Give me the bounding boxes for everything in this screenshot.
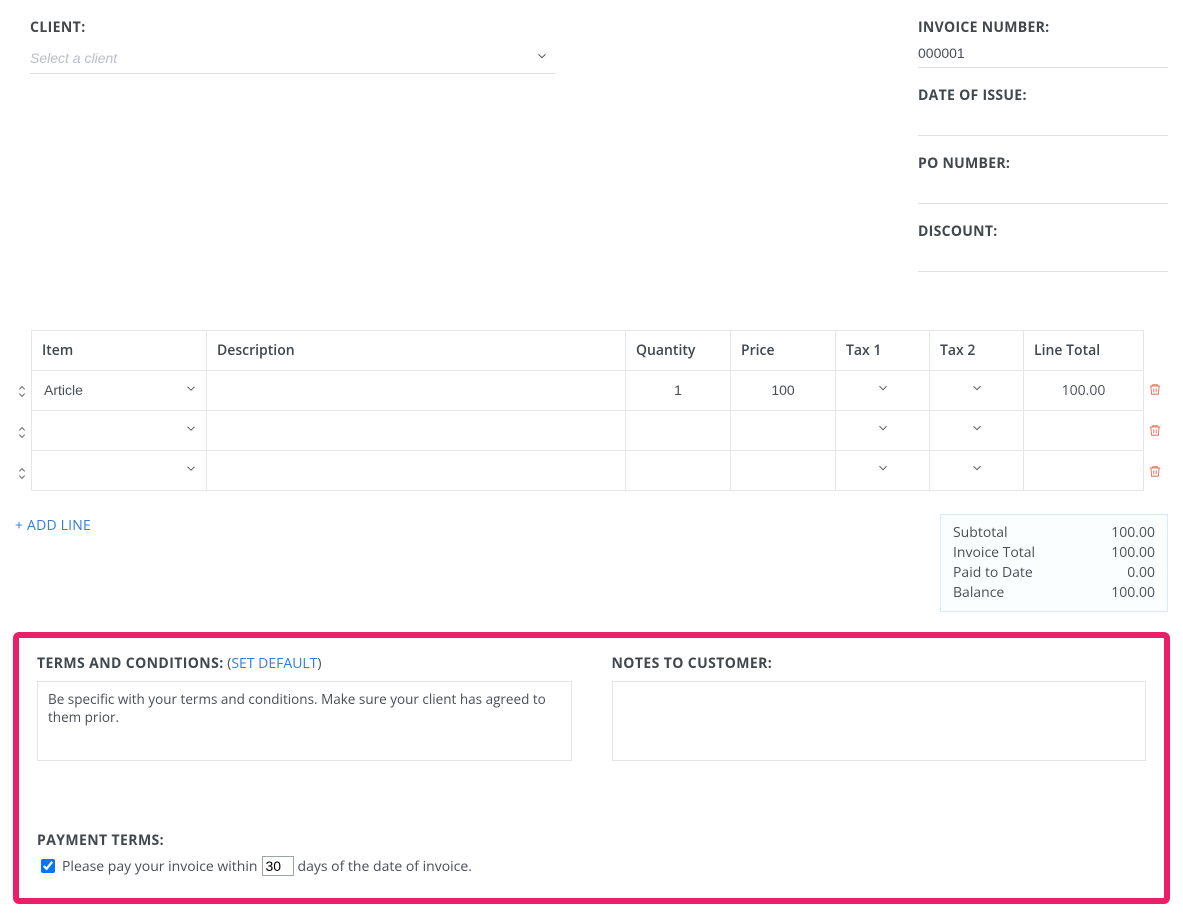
trash-icon: [1148, 382, 1162, 402]
quantity-input[interactable]: [636, 461, 720, 479]
subtotal-value: 100.00: [1111, 523, 1155, 543]
terms-textarea[interactable]: [38, 682, 571, 760]
tax2-select[interactable]: [930, 451, 1024, 491]
client-label: CLIENT:: [30, 18, 555, 37]
subtotal-label: Subtotal: [953, 523, 1008, 543]
add-line-button[interactable]: + ADD LINE: [15, 516, 91, 535]
notes-label: NOTES TO CUSTOMER:: [612, 654, 1147, 673]
tax2-select[interactable]: [930, 371, 1024, 411]
chevron-down-icon: [184, 461, 198, 480]
line-total-value: [1024, 451, 1144, 491]
discount-input[interactable]: [918, 243, 1168, 272]
tax1-select[interactable]: [836, 371, 930, 411]
th-quantity: Quantity: [626, 331, 731, 371]
item-input[interactable]: [42, 381, 180, 399]
th-tax1: Tax 1: [836, 331, 930, 371]
invoice-number-label: INVOICE NUMBER:: [918, 18, 1168, 37]
date-of-issue-label: DATE OF ISSUE:: [918, 86, 1168, 105]
price-input[interactable]: [741, 421, 825, 439]
description-input[interactable]: [217, 421, 615, 439]
item-input[interactable]: [42, 421, 180, 439]
invoice-number-input[interactable]: [918, 39, 1168, 68]
chevron-down-icon: [184, 381, 198, 400]
price-input[interactable]: [741, 461, 825, 479]
th-line-total: Line Total: [1024, 331, 1144, 371]
terms-notes-section: TERMS AND CONDITIONS: (SET DEFAULT) NOTE…: [13, 632, 1170, 904]
trash-icon: [1148, 464, 1162, 484]
date-of-issue-input[interactable]: [918, 107, 1168, 136]
balance-label: Balance: [953, 583, 1004, 603]
description-input[interactable]: [217, 461, 615, 479]
payment-terms-label: PAYMENT TERMS:: [37, 831, 1146, 850]
delete-line-button[interactable]: [1142, 412, 1168, 453]
chevron-down-icon: [876, 461, 890, 480]
line-total-value: 100.00: [1024, 371, 1144, 411]
payment-terms-checkbox[interactable]: [41, 859, 55, 873]
th-item: Item: [32, 331, 207, 371]
chevron-down-icon: [970, 461, 984, 480]
notes-textarea[interactable]: [613, 682, 1146, 760]
client-select-input[interactable]: [30, 43, 555, 74]
discount-label: DISCOUNT:: [918, 222, 1168, 241]
line-items-table: Item Description Quantity Price Tax 1 Ta…: [31, 330, 1144, 491]
chevron-down-icon: [876, 421, 890, 440]
quantity-input[interactable]: [636, 421, 720, 439]
th-price: Price: [731, 331, 836, 371]
quantity-input[interactable]: [636, 381, 720, 399]
tax2-select[interactable]: [930, 411, 1024, 451]
payment-terms-suffix: days of the date of invoice.: [298, 857, 472, 876]
invoice-total-value: 100.00: [1111, 543, 1155, 563]
chevron-down-icon: [876, 381, 890, 400]
terms-paren-close: ): [317, 654, 321, 673]
reorder-handle[interactable]: [15, 371, 29, 412]
th-description: Description: [207, 331, 626, 371]
delete-line-button[interactable]: [1142, 371, 1168, 412]
balance-value: 100.00: [1111, 583, 1155, 603]
chevron-down-icon: [184, 421, 198, 440]
table-row: [32, 411, 1144, 451]
payment-terms-prefix: Please pay your invoice within: [62, 857, 258, 876]
invoice-total-label: Invoice Total: [953, 543, 1035, 563]
chevron-down-icon: [970, 421, 984, 440]
po-number-input[interactable]: [918, 175, 1168, 204]
delete-line-button[interactable]: [1142, 453, 1168, 494]
set-default-link[interactable]: SET DEFAULT: [231, 654, 317, 673]
chevron-down-icon: [970, 381, 984, 400]
tax1-select[interactable]: [836, 451, 930, 491]
totals-box: Subtotal 100.00 Invoice Total 100.00 Pai…: [940, 514, 1168, 612]
th-tax2: Tax 2: [930, 331, 1024, 371]
tax1-select[interactable]: [836, 411, 930, 451]
item-input[interactable]: [42, 461, 180, 479]
reorder-handle[interactable]: [15, 412, 29, 453]
trash-icon: [1148, 423, 1162, 443]
terms-label: TERMS AND CONDITIONS:: [37, 654, 224, 673]
price-input[interactable]: [741, 381, 825, 399]
reorder-handle[interactable]: [15, 453, 29, 494]
description-input[interactable]: [217, 381, 615, 399]
paid-to-date-label: Paid to Date: [953, 563, 1033, 583]
po-number-label: PO NUMBER:: [918, 154, 1168, 173]
table-row: 100.00: [32, 371, 1144, 411]
table-row: [32, 451, 1144, 491]
paid-to-date-value: 0.00: [1127, 563, 1155, 583]
line-total-value: [1024, 411, 1144, 451]
payment-terms-days-input[interactable]: [262, 856, 294, 876]
